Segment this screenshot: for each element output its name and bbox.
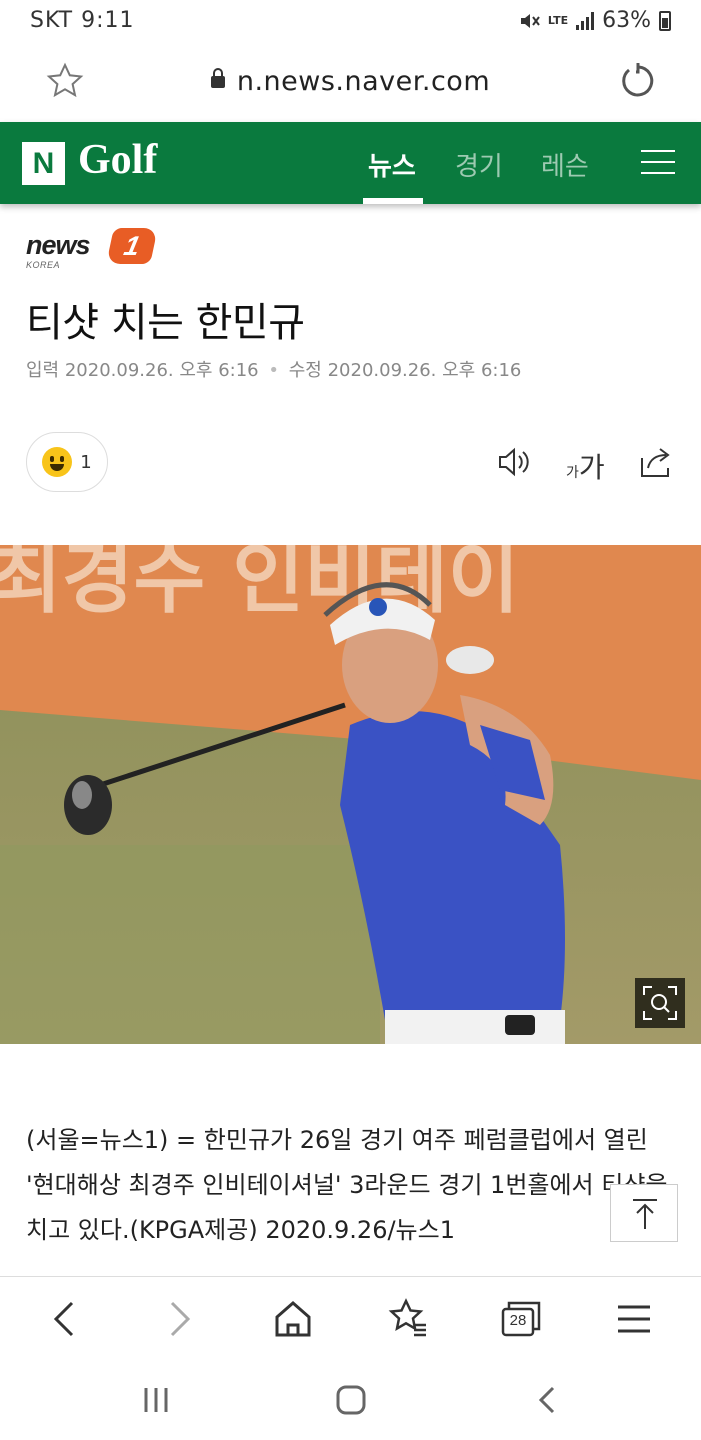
- battery-percent: 63%: [602, 8, 651, 33]
- active-tab-indicator: [363, 198, 423, 204]
- tab-lessons[interactable]: 레슨: [541, 146, 589, 183]
- url-bar: n.news.naver.com: [0, 44, 701, 122]
- browser-toolbar: 28: [0, 1277, 701, 1360]
- published-label: 입력: [26, 360, 60, 381]
- arrow-up-icon: [633, 1199, 657, 1229]
- clock: 9:11: [81, 8, 135, 33]
- tabs-button[interactable]: 28: [499, 1297, 543, 1341]
- photo-zoom-button[interactable]: [635, 978, 685, 1028]
- home-icon[interactable]: [271, 1297, 315, 1341]
- article-headline: 티샷 치는 한민규: [26, 300, 305, 346]
- photo-caption: (서울=뉴스1) = 한민규가 26일 경기 여주 페럼클럽에서 열린 '현대해…: [26, 1126, 668, 1244]
- carrier: SKT: [30, 8, 74, 33]
- url-field[interactable]: n.news.naver.com: [0, 66, 701, 97]
- system-nav-bar: [0, 1360, 701, 1440]
- signal-icon: [576, 11, 595, 30]
- reaction-count: 1: [80, 451, 92, 473]
- status-bar: SKT 9:11 LTE 63%: [0, 0, 701, 44]
- share-icon[interactable]: [638, 444, 674, 480]
- reload-icon[interactable]: [617, 62, 655, 100]
- golfer-photo-illustration: 최경수 인비테이: [0, 545, 701, 1044]
- status-left: SKT 9:11: [30, 8, 135, 33]
- menu-icon[interactable]: [641, 150, 675, 174]
- site-title[interactable]: Golf: [78, 136, 157, 184]
- system-back-icon[interactable]: [528, 1382, 568, 1418]
- smile-emoji-icon: [42, 447, 73, 477]
- bookmarks-icon[interactable]: [386, 1297, 430, 1341]
- press-number: 1: [106, 228, 158, 264]
- photo-banner-text: 최경수 인비테이: [0, 545, 519, 624]
- forward-icon[interactable]: [156, 1297, 200, 1341]
- mute-icon: [520, 13, 540, 28]
- system-home-icon[interactable]: [331, 1382, 371, 1418]
- modified-date: 2020.09.26. 오후 6:16: [327, 360, 522, 381]
- font-size-large-label: 가: [578, 451, 605, 484]
- press-sub: KOREA: [26, 260, 61, 270]
- modified-label: 수정: [288, 360, 322, 381]
- speaker-icon[interactable]: [496, 444, 532, 480]
- browser-menu-icon[interactable]: [612, 1297, 656, 1341]
- reaction-button[interactable]: 1: [26, 432, 108, 492]
- article-dates: 입력 2020.09.26. 오후 6:16 • 수정 2020.09.26. …: [26, 356, 521, 382]
- scroll-top-button[interactable]: [610, 1184, 678, 1242]
- naver-logo[interactable]: N: [22, 142, 65, 185]
- recents-icon[interactable]: [136, 1382, 176, 1418]
- zoom-search-icon: [643, 986, 677, 1020]
- site-header: N Golf 뉴스 경기 레슨: [0, 122, 701, 204]
- font-size-button[interactable]: 가가: [566, 446, 605, 486]
- published-date: 2020.09.26. 오후 6:16: [64, 360, 259, 381]
- battery-icon: [659, 10, 671, 31]
- article-photo[interactable]: 최경수 인비테이: [0, 545, 701, 1044]
- lock-icon: [210, 68, 225, 88]
- press-logo[interactable]: news 1 KOREA: [26, 228, 158, 272]
- tab-count: 28: [509, 1312, 527, 1329]
- font-size-small-label: 가: [566, 465, 579, 481]
- tab-games[interactable]: 경기: [455, 146, 503, 183]
- tab-news[interactable]: 뉴스: [368, 146, 416, 183]
- date-separator: •: [268, 360, 279, 381]
- back-icon[interactable]: [44, 1297, 88, 1341]
- press-name: news: [26, 230, 91, 260]
- status-right: LTE 63%: [518, 8, 671, 33]
- network-type: LTE: [547, 13, 569, 27]
- url-text: n.news.naver.com: [236, 66, 491, 97]
